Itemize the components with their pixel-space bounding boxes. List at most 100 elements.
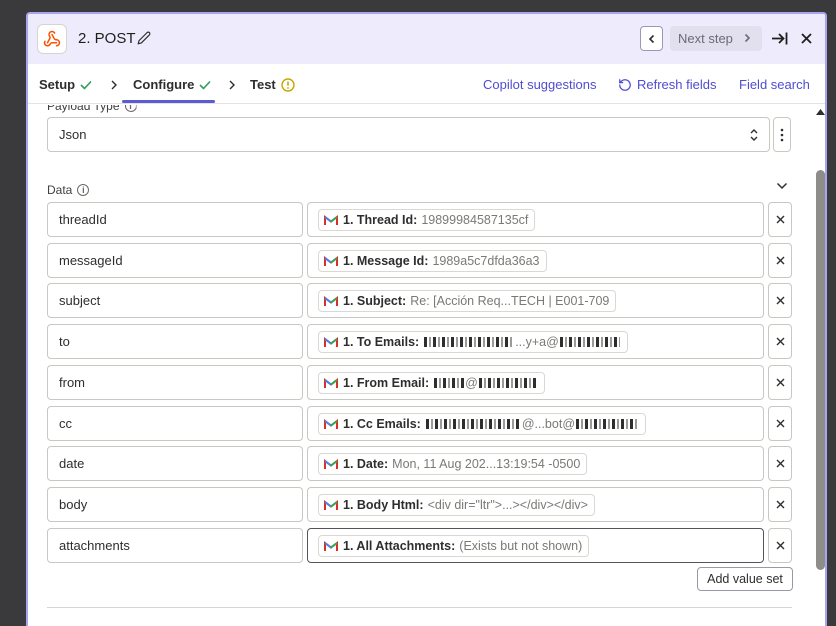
data-row: subject 1. Subject: Re: [Acción Req...TE… xyxy=(47,283,792,318)
copilot-suggestions-link[interactable]: Copilot suggestions xyxy=(483,77,596,92)
data-label-text: Data xyxy=(47,183,73,197)
mapped-field-pill[interactable]: 1. Date: Mon, 11 Aug 202...13:19:54 -050… xyxy=(318,453,588,475)
remove-row-button[interactable] xyxy=(768,406,792,441)
gmail-icon xyxy=(324,214,338,225)
data-key-text: subject xyxy=(59,293,101,308)
pill-field-name: 1. Cc Emails: xyxy=(343,417,421,431)
webhook-app-logo xyxy=(37,24,67,54)
data-value-input[interactable]: 1. Message Id: 1989a5c7dfda36a3 xyxy=(307,243,764,278)
data-key-input[interactable]: threadId xyxy=(47,202,303,237)
data-row: date 1. Date: Mon, 11 Aug 202...13:19:54… xyxy=(47,446,792,481)
close-icon xyxy=(776,337,784,346)
pill-field-name: 1. To Emails: xyxy=(343,335,420,349)
scroll-up-arrow-icon[interactable] xyxy=(816,109,825,115)
close-icon xyxy=(776,419,784,428)
data-value-input[interactable]: 1. Subject: Re: [Acción Req...TECH | E00… xyxy=(307,283,764,318)
pencil-icon[interactable] xyxy=(137,31,151,45)
data-key-input[interactable]: cc xyxy=(47,406,303,441)
next-step-button[interactable]: Next step xyxy=(670,26,762,51)
scrollbar[interactable] xyxy=(813,104,825,626)
data-key-text: messageId xyxy=(59,253,123,268)
remove-row-button[interactable] xyxy=(768,324,792,359)
pill-field-value: @ xyxy=(465,376,478,390)
scrollbar-thumb[interactable] xyxy=(816,170,825,570)
close-icon xyxy=(776,378,784,387)
data-value-input[interactable]: 1. Date: Mon, 11 Aug 202...13:19:54 -050… xyxy=(307,446,764,481)
payload-type-value: Json xyxy=(59,127,87,142)
close-icon xyxy=(776,541,784,550)
data-key-input[interactable]: from xyxy=(47,365,303,400)
step-editor-panel: 2. POST Next step Setup Configure Test C… xyxy=(26,12,827,626)
redacted-text xyxy=(425,419,521,429)
data-key-text: body xyxy=(59,497,88,512)
data-key-input[interactable]: messageId xyxy=(47,243,303,278)
pill-field-value: ...y+a@ xyxy=(515,335,559,349)
chevron-down-icon[interactable] xyxy=(776,182,788,190)
data-value-input[interactable]: 1. Thread Id: 19899984587135cf xyxy=(307,202,764,237)
remove-row-button[interactable] xyxy=(768,243,792,278)
select-arrows-icon xyxy=(750,129,758,141)
tab-configure-label: Configure xyxy=(133,77,195,92)
data-value-input[interactable]: 1. From Email: @ xyxy=(307,365,764,400)
data-key-input[interactable]: attachments xyxy=(47,528,303,563)
chevron-right-icon xyxy=(229,80,235,90)
redacted-text xyxy=(478,378,537,388)
gmail-icon xyxy=(324,458,338,469)
previous-step-button[interactable] xyxy=(640,26,663,51)
payload-type-menu-button[interactable] xyxy=(773,117,791,152)
data-value-input[interactable]: 1. All Attachments: (Exists but not show… xyxy=(307,528,764,563)
pill-field-value: 19899984587135cf xyxy=(421,213,529,227)
data-key-input[interactable]: to xyxy=(47,324,303,359)
tab-setup-label: Setup xyxy=(39,77,76,92)
data-key-input[interactable]: body xyxy=(47,487,303,522)
remove-row-button[interactable] xyxy=(768,446,792,481)
chevron-left-icon xyxy=(648,34,654,43)
active-tab-indicator xyxy=(122,100,215,103)
data-row: from 1. From Email: @ xyxy=(47,365,792,400)
mapped-field-pill[interactable]: 1. All Attachments: (Exists but not show… xyxy=(318,535,590,557)
tab-test[interactable]: Test xyxy=(250,77,295,92)
field-search-link[interactable]: Field search xyxy=(739,77,810,92)
data-key-input[interactable]: date xyxy=(47,446,303,481)
mapped-field-pill[interactable]: 1. From Email: @ xyxy=(318,372,545,394)
refresh-fields-button[interactable]: Refresh fields xyxy=(618,77,716,92)
remove-row-button[interactable] xyxy=(768,365,792,400)
step-title: 2. POST xyxy=(78,30,136,47)
mapped-field-pill[interactable]: 1. Subject: Re: [Acción Req...TECH | E00… xyxy=(318,290,617,312)
data-value-input[interactable]: 1. Cc Emails: @...bot@ xyxy=(307,406,764,441)
tab-setup[interactable]: Setup xyxy=(39,77,92,92)
data-key-text: cc xyxy=(59,416,72,431)
check-icon xyxy=(80,80,92,90)
data-section-label: Data i xyxy=(47,183,90,197)
pill-field-name: 1. From Email: xyxy=(343,376,430,390)
data-row: threadId 1. Thread Id: 19899984587135cf xyxy=(47,202,792,237)
data-row: cc 1. Cc Emails: @...bot@ xyxy=(47,406,792,441)
step-header: 2. POST Next step xyxy=(28,14,825,64)
close-icon[interactable] xyxy=(801,33,812,44)
data-key-input[interactable]: subject xyxy=(47,283,303,318)
data-row: body 1. Body Html: <div dir="ltr">...></… xyxy=(47,487,792,522)
add-value-set-button[interactable]: Add value set xyxy=(697,567,793,591)
remove-row-button[interactable] xyxy=(768,283,792,318)
payload-type-select[interactable]: Json xyxy=(47,117,770,152)
mapped-field-pill[interactable]: 1. Thread Id: 19899984587135cf xyxy=(318,209,536,231)
remove-row-button[interactable] xyxy=(768,528,792,563)
data-key-text: date xyxy=(59,456,85,471)
remove-row-button[interactable] xyxy=(768,487,792,522)
mapped-field-pill[interactable]: 1. Message Id: 1989a5c7dfda36a3 xyxy=(318,250,547,272)
gmail-icon xyxy=(324,336,338,347)
mapped-field-pill[interactable]: 1. To Emails: ...y+a@ xyxy=(318,331,628,353)
info-icon[interactable]: i xyxy=(77,184,90,196)
data-value-input[interactable]: 1. To Emails: ...y+a@ xyxy=(307,324,764,359)
check-icon xyxy=(199,80,211,90)
tab-test-label: Test xyxy=(250,77,276,92)
remove-row-button[interactable] xyxy=(768,202,792,237)
tab-configure[interactable]: Configure xyxy=(133,77,211,92)
chevron-right-icon xyxy=(744,33,751,43)
gmail-icon xyxy=(324,418,338,429)
mapped-field-pill[interactable]: 1. Body Html: <div dir="ltr">...></div><… xyxy=(318,494,595,516)
data-value-input[interactable]: 1. Body Html: <div dir="ltr">...></div><… xyxy=(307,487,764,522)
close-icon xyxy=(776,215,784,224)
mapped-field-pill[interactable]: 1. Cc Emails: @...bot@ xyxy=(318,413,647,435)
expand-panel-icon[interactable] xyxy=(771,31,788,46)
